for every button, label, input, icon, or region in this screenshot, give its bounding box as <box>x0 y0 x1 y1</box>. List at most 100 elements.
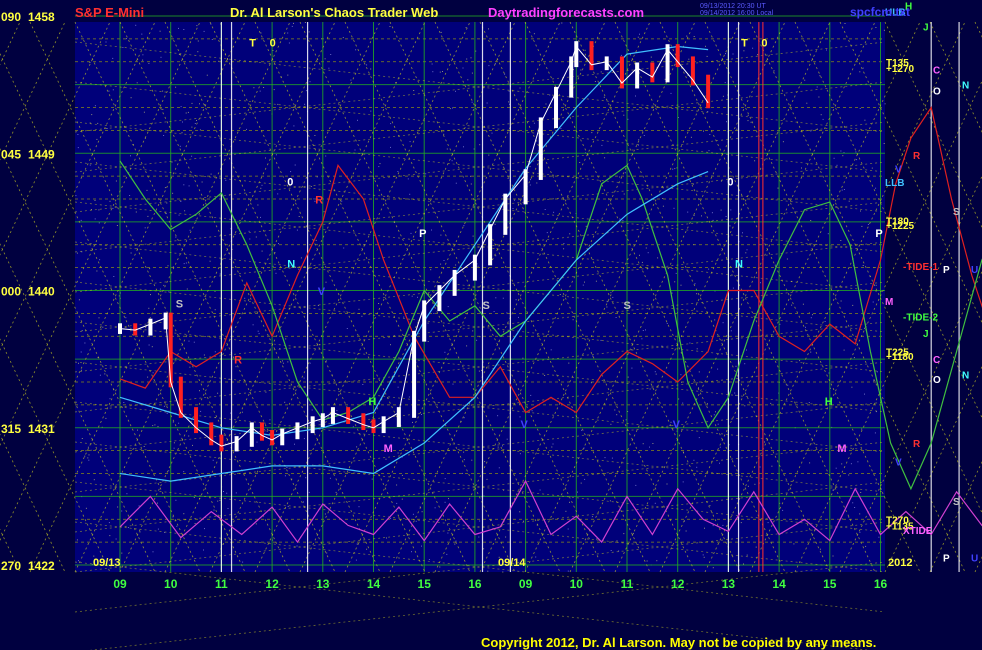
dot <box>495 297 497 299</box>
dot <box>115 538 117 540</box>
price-bar <box>589 41 594 71</box>
dot <box>688 58 690 60</box>
dot <box>185 262 187 264</box>
price-bar <box>280 428 285 446</box>
price-bar <box>330 407 335 424</box>
dot <box>801 167 802 169</box>
dot <box>412 513 414 515</box>
site-link[interactable]: Daytradingforecasts.com <box>488 5 644 20</box>
dot <box>183 184 185 186</box>
dot <box>227 508 229 509</box>
dot <box>421 511 423 513</box>
price-bar <box>209 422 214 446</box>
dot <box>434 507 436 509</box>
dot <box>173 442 175 444</box>
dot <box>754 483 756 485</box>
dot <box>191 155 193 157</box>
plot-label: V <box>673 419 681 431</box>
dot <box>689 342 691 344</box>
dot <box>488 65 490 67</box>
price-bar <box>310 416 315 434</box>
dot <box>183 29 185 30</box>
dot <box>335 491 337 493</box>
dot <box>463 459 465 461</box>
plot-label: 0 <box>287 176 293 188</box>
x-tick-label: 10 <box>164 577 178 591</box>
dot <box>535 556 537 558</box>
dot <box>160 56 162 58</box>
dot <box>623 193 625 195</box>
dot <box>512 208 514 209</box>
dot <box>125 317 127 319</box>
dot <box>401 498 403 500</box>
dot <box>257 330 259 332</box>
dot <box>853 357 855 359</box>
dot <box>722 95 724 97</box>
dot <box>610 550 612 551</box>
dot <box>150 294 151 296</box>
dot <box>112 57 114 59</box>
dot <box>287 506 289 507</box>
dot <box>856 159 858 161</box>
x-tick-label: 15 <box>418 577 432 591</box>
dot <box>112 207 114 209</box>
dot <box>358 506 360 508</box>
dot <box>840 150 842 152</box>
price-bar <box>650 62 655 83</box>
dot <box>76 539 78 541</box>
dot <box>294 443 295 445</box>
dot <box>639 254 640 256</box>
dot <box>81 438 83 439</box>
dot <box>609 500 611 502</box>
dot <box>531 410 533 412</box>
dot <box>390 123 392 125</box>
dot <box>502 571 504 573</box>
price-bar <box>396 407 401 427</box>
dot <box>397 452 399 454</box>
right-label: P <box>943 553 950 564</box>
dot <box>204 528 205 530</box>
dot <box>452 107 453 109</box>
dot <box>654 371 656 373</box>
dot <box>278 243 279 245</box>
dot <box>703 556 705 558</box>
dot <box>671 292 673 294</box>
plot-label: P <box>419 228 426 240</box>
dot <box>481 369 482 371</box>
dot <box>664 78 666 80</box>
copyright: Copyright 2012, Dr. Al Larson. May not b… <box>481 635 877 650</box>
dot <box>746 349 747 351</box>
dot <box>84 455 86 457</box>
y-label-price: 1422 <box>28 559 55 573</box>
dot <box>767 522 769 524</box>
dot <box>261 250 263 252</box>
dot <box>812 314 813 316</box>
dot <box>308 31 310 33</box>
instrument-title: S&P E-Mini <box>75 5 145 20</box>
dot <box>172 516 174 518</box>
dot <box>361 315 363 317</box>
dot <box>646 560 648 562</box>
dot <box>522 357 524 359</box>
dot <box>88 459 90 461</box>
dot <box>841 189 843 191</box>
dot <box>711 212 713 214</box>
dot <box>152 425 154 427</box>
dot <box>199 390 200 392</box>
dot <box>279 348 281 349</box>
dot <box>284 475 286 477</box>
right-label: +1180 <box>886 352 914 363</box>
dot <box>455 540 457 542</box>
dot <box>197 40 199 42</box>
dot <box>448 498 449 500</box>
price-bar <box>270 430 275 446</box>
dot <box>477 265 479 267</box>
dot <box>687 211 689 213</box>
dot <box>455 264 457 266</box>
dot <box>315 239 317 241</box>
dot <box>519 511 521 513</box>
dot <box>848 200 850 202</box>
dot <box>257 204 259 206</box>
dot <box>851 386 853 388</box>
dot <box>172 266 174 268</box>
